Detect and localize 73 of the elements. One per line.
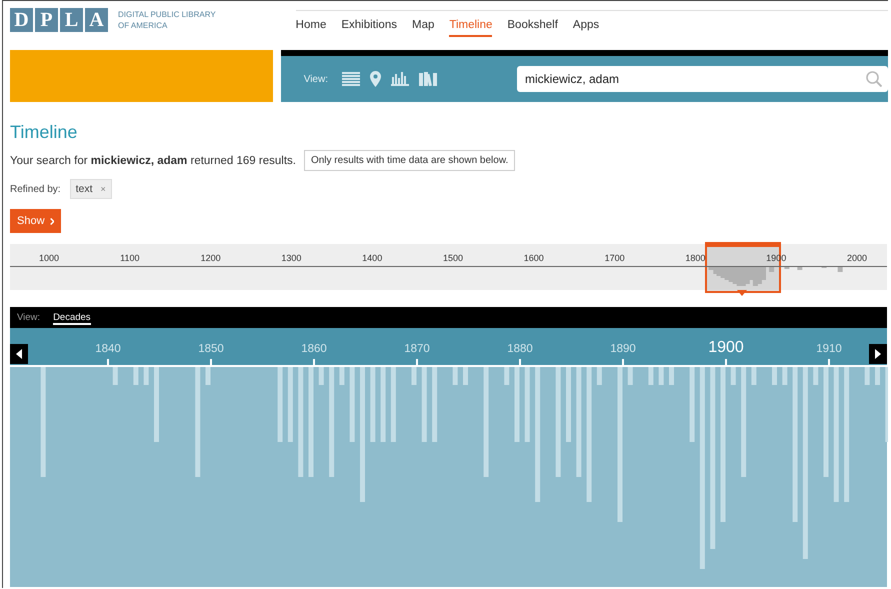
axis-label: 1400 xyxy=(361,253,384,263)
nav-link[interactable]: Bookshelf xyxy=(507,19,558,37)
axis-label: 1880 xyxy=(506,343,534,355)
axis-label: 1840 xyxy=(94,343,122,355)
histogram-bar xyxy=(782,367,788,385)
logo-letter: A xyxy=(85,8,108,32)
axis-label: 1870 xyxy=(403,343,431,355)
search-icon xyxy=(866,71,882,87)
view-mode-tab[interactable]: Decades xyxy=(53,310,91,325)
nav-link[interactable]: Timeline xyxy=(449,19,492,37)
next-button[interactable] xyxy=(869,344,887,364)
histogram-bar xyxy=(463,367,468,385)
books-icon[interactable] xyxy=(419,72,437,86)
logo-letter: P xyxy=(35,8,58,32)
right-arrow-icon xyxy=(875,349,881,359)
left-arrow-icon xyxy=(16,349,22,359)
histogram-bar xyxy=(730,367,736,385)
logo-letter: D xyxy=(10,8,33,32)
axis-label: 1000 xyxy=(38,253,60,263)
previous-button[interactable] xyxy=(10,344,28,364)
histogram-bar xyxy=(658,367,664,385)
chevron-icon xyxy=(50,216,54,226)
histogram-bar xyxy=(504,367,510,385)
search-field[interactable]: mickiewicz, adam xyxy=(517,66,888,92)
nav-link[interactable]: Home xyxy=(296,19,326,37)
results-summary: Your search for mickiewicz, adam returned 169 results. xyxy=(10,154,296,166)
show-button[interactable]: Show xyxy=(10,209,61,233)
histogram-bar xyxy=(318,367,324,385)
filter-tag[interactable]: text × xyxy=(70,179,112,199)
nav-link[interactable]: Exhibitions xyxy=(341,19,397,37)
list-icon[interactable] xyxy=(342,72,360,86)
bar-chart-icon[interactable] xyxy=(391,72,409,86)
axis-label: 1900 xyxy=(707,339,745,357)
axis-label: 1500 xyxy=(442,253,464,263)
histogram-bar xyxy=(875,367,880,385)
axis-label: 2000 xyxy=(846,253,868,263)
axis-label: 1300 xyxy=(280,253,302,263)
histogram-bar xyxy=(772,367,777,385)
histogram-bar xyxy=(412,367,416,385)
histogram-bar xyxy=(112,367,118,385)
pointer-icon xyxy=(737,290,747,296)
histogram-bar xyxy=(206,367,210,385)
histogram-bar xyxy=(648,367,654,385)
histogram-bar xyxy=(813,367,818,385)
histogram-bar xyxy=(669,367,674,385)
refined-label: Refined by: xyxy=(10,184,61,194)
notice-box: Only results with time data are shown below. xyxy=(304,150,516,171)
histogram-bar xyxy=(452,367,458,385)
logo-text: OF AMERICA xyxy=(118,20,168,31)
histogram-bar xyxy=(751,367,756,385)
axis-label: 1600 xyxy=(522,253,545,263)
histogram-bar xyxy=(628,367,633,385)
histogram-bar xyxy=(144,367,149,385)
logo-letter: L xyxy=(60,8,83,32)
view-label: View: xyxy=(17,312,40,323)
nav-link[interactable]: Map xyxy=(412,19,434,37)
histogram-bar xyxy=(864,367,870,385)
axis-label: 1910 xyxy=(815,343,843,355)
histogram-bar xyxy=(133,367,138,385)
page-title: Timeline xyxy=(10,122,78,142)
axis-label: 1890 xyxy=(609,343,637,355)
histogram-bar xyxy=(339,367,344,385)
view-label: View: xyxy=(304,74,328,84)
axis-label: 1800 xyxy=(684,253,706,263)
axis-label: 1850 xyxy=(197,343,225,355)
axis-label: 1700 xyxy=(604,253,626,263)
nav-link[interactable]: Apps xyxy=(572,19,600,37)
axis-label: 1860 xyxy=(300,343,328,355)
logo-text: DIGITAL PUBLIC LIBRARY xyxy=(118,9,216,20)
axis-label: 1200 xyxy=(200,253,222,263)
axis-label: 1100 xyxy=(119,253,140,263)
histogram-bar xyxy=(596,367,602,385)
map-pin-icon[interactable] xyxy=(370,71,381,87)
